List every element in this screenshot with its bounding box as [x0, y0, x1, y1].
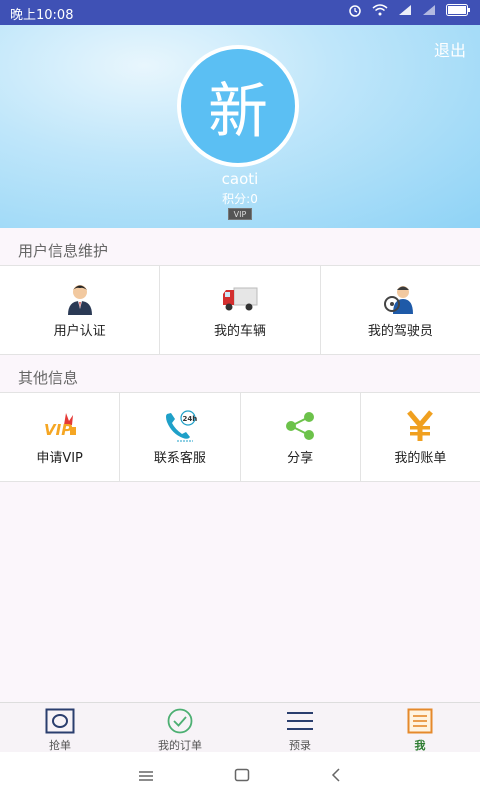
battery-icon — [446, 4, 470, 16]
alarm-icon — [348, 3, 362, 17]
user-verify-cell[interactable]: 用户认证 — [0, 266, 161, 354]
wifi-icon — [372, 4, 388, 16]
nav-label-my-orders: 我的订单 — [158, 739, 202, 752]
contact-service-label: 联系客服 — [153, 450, 206, 466]
signal-2-icon — [422, 4, 436, 16]
svg-text:VIP: VIP — [44, 421, 72, 439]
phone-24h-icon: 24h — [162, 409, 198, 443]
person-icon — [62, 282, 98, 316]
yen-icon — [402, 409, 438, 443]
avatar[interactable]: 新 — [177, 45, 299, 167]
vip-badge: VIP — [228, 208, 252, 220]
vip-icon: VIP — [42, 409, 78, 443]
bottom-nav: 抢单 我的订单 预录 我 — [0, 702, 480, 753]
nav-item-pre-record[interactable]: 预录 — [240, 703, 360, 753]
my-driver-label: 我的驾驶员 — [367, 323, 433, 339]
status-icons — [348, 3, 470, 17]
system-nav-bar — [0, 752, 480, 800]
grab-order-icon — [45, 708, 75, 734]
list-icon — [285, 708, 315, 734]
nav-item-me[interactable]: 我 — [360, 703, 480, 753]
nav-item-grab-order[interactable]: 抢单 — [0, 703, 120, 753]
truck-icon — [222, 282, 258, 316]
menu-icon[interactable] — [138, 767, 154, 786]
my-vehicle-label: 我的车辆 — [213, 323, 266, 339]
my-driver-cell[interactable]: 我的驾驶员 — [321, 266, 480, 354]
nav-label-grab-order: 抢单 — [49, 739, 71, 752]
my-bill-label: 我的账单 — [394, 450, 447, 466]
other-info-grid: VIP 申请VIP 24h 联系客服 分享 我的账单 — [0, 392, 480, 482]
section-title-user-info: 用户信息维护 — [18, 242, 109, 260]
back-icon[interactable] — [330, 767, 342, 786]
my-bill-cell[interactable]: 我的账单 — [361, 393, 480, 481]
status-bar: 晚上10:08 — [0, 0, 480, 25]
driver-icon — [382, 282, 418, 316]
signal-icon — [398, 4, 412, 16]
share-icon — [282, 409, 318, 443]
username: caoti — [221, 170, 259, 188]
share-cell[interactable]: 分享 — [241, 393, 361, 481]
contact-service-cell[interactable]: 24h 联系客服 — [120, 393, 241, 481]
apply-vip-cell[interactable]: VIP 申请VIP — [0, 393, 121, 481]
share-label: 分享 — [287, 450, 314, 466]
check-circle-icon — [165, 708, 195, 734]
nav-label-pre-record: 预录 — [289, 739, 311, 752]
section-title-other-info: 其他信息 — [18, 369, 79, 387]
nav-label-me: 我 — [414, 739, 426, 752]
user-verify-label: 用户认证 — [53, 323, 106, 339]
home-icon[interactable] — [234, 767, 250, 786]
user-info-grid: 用户认证 我的车辆 我的驾驶员 — [0, 265, 480, 355]
points-label: 积分:0 — [222, 192, 258, 206]
profile-header: 退出 新 caoti 积分:0 VIP — [0, 25, 480, 228]
apply-vip-label: 申请VIP — [36, 450, 83, 466]
my-vehicle-cell[interactable]: 我的车辆 — [160, 266, 321, 354]
nav-item-my-orders[interactable]: 我的订单 — [120, 703, 240, 753]
logout-button[interactable]: 退出 — [434, 37, 466, 61]
svg-text:24h: 24h — [182, 415, 197, 423]
status-time: 晚上10:08 — [10, 8, 74, 23]
me-icon — [407, 708, 433, 734]
